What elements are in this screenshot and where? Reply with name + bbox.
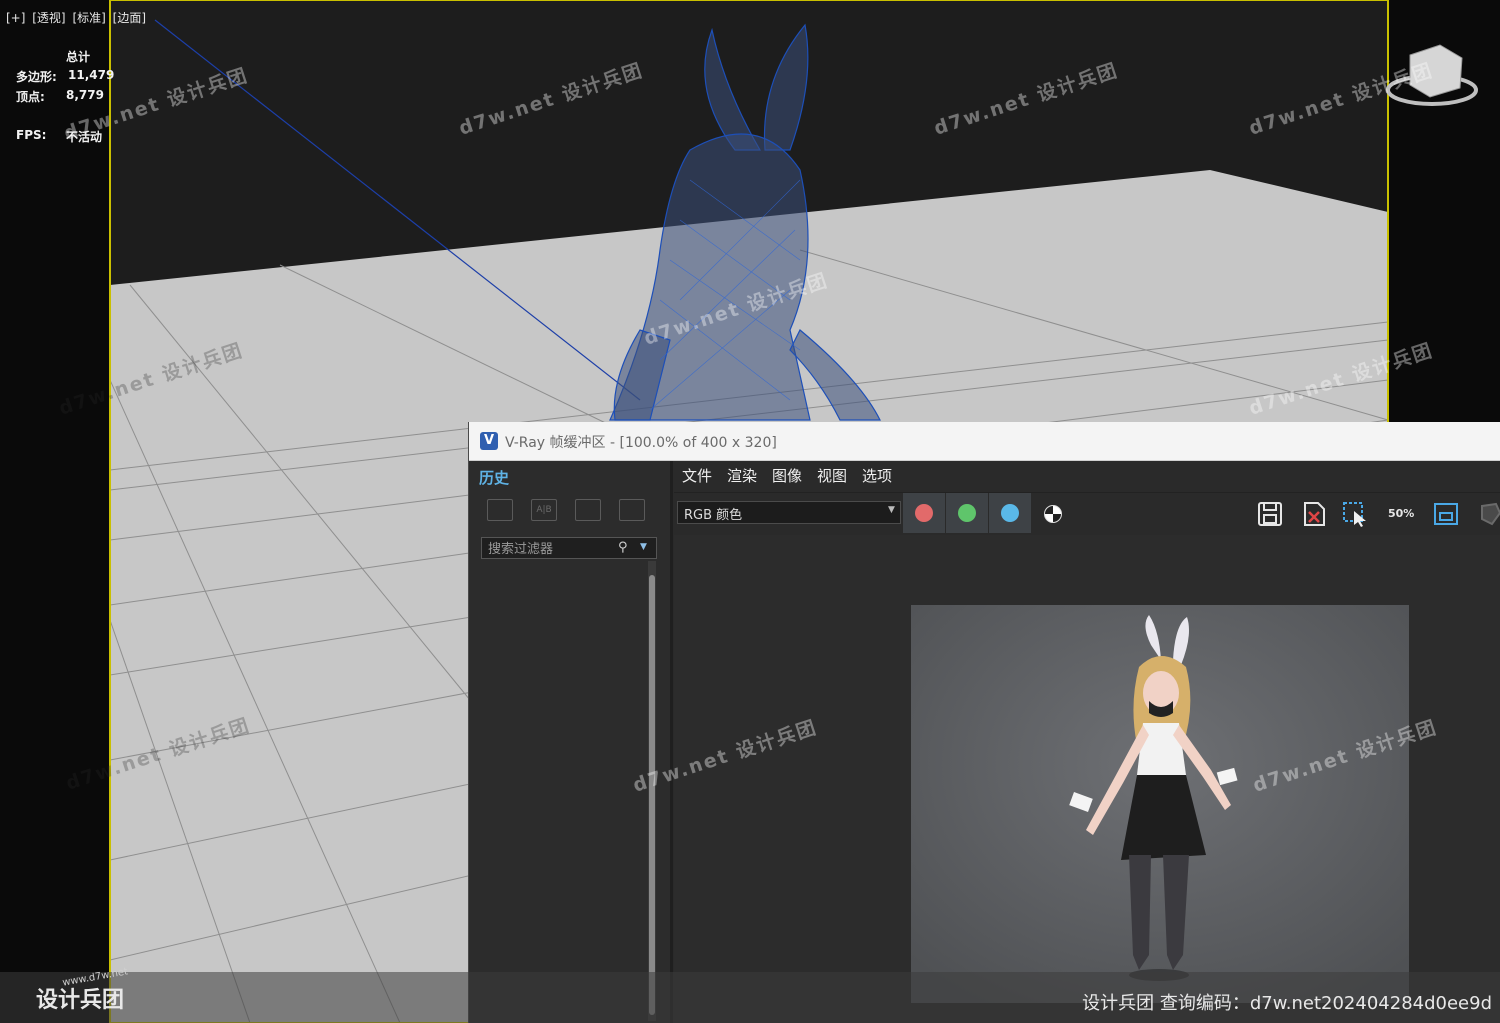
history-search-input[interactable]: [486, 539, 616, 559]
history-panel: 历史 A|B ⚲ ▼: [469, 461, 673, 1023]
history-scrollbar[interactable]: [648, 561, 656, 1021]
zoom-level-label: 50%: [1388, 507, 1415, 520]
save-image-icon[interactable]: [1256, 501, 1284, 527]
lens-effects-icon[interactable]: [1476, 501, 1500, 527]
clear-image-icon[interactable]: [1300, 501, 1328, 527]
menu-image[interactable]: 图像: [772, 465, 802, 486]
channel-select-value: RGB 颜色: [684, 508, 743, 523]
blue-channel-button[interactable]: [989, 493, 1031, 533]
frame-icon[interactable]: [1432, 501, 1460, 527]
menu-options[interactable]: 选项: [862, 465, 892, 486]
vray-titlebar[interactable]: V V-Ray 帧缓冲区 - [100.0% of 400 x 320]: [469, 422, 1500, 461]
tab-history[interactable]: 历史: [479, 467, 509, 488]
alpha-channel-icon[interactable]: [1044, 505, 1062, 523]
ab-compare-icon[interactable]: A|B: [531, 499, 557, 521]
red-channel-button[interactable]: [903, 493, 945, 533]
viewport-display-menu[interactable]: [边面]: [113, 11, 146, 25]
viewcube-icon: [1386, 44, 1478, 106]
rendered-image: [911, 605, 1409, 1003]
scrollbar-thumb[interactable]: [649, 575, 655, 1015]
chevron-down-icon[interactable]: ▼: [640, 542, 647, 552]
save-to-history-icon[interactable]: [487, 499, 513, 521]
viewport-label-menu[interactable]: [+] [透视] [标准] [边面]: [6, 9, 149, 26]
polys-label: 多边形:: [16, 70, 57, 84]
viewport-view-menu[interactable]: [透视]: [32, 11, 65, 25]
chevron-down-icon: ▼: [888, 505, 895, 515]
zoom-level-button[interactable]: 50%: [1388, 501, 1416, 527]
channel-select[interactable]: RGB 颜色 ▼: [677, 501, 901, 524]
watermark-footer-bar: 设计兵团 查询编码：d7w.net202404284d0ee9d: [0, 972, 1500, 1023]
polys-value: 11,479: [68, 68, 115, 82]
load-history-icon[interactable]: [575, 499, 601, 521]
viewport-plus-menu[interactable]: [+]: [6, 11, 25, 25]
verts-value: 8,779: [66, 88, 104, 102]
history-search-box[interactable]: ⚲ ▼: [481, 537, 657, 559]
site-logo: 设计兵团: [36, 988, 125, 1013]
remove-history-icon[interactable]: [619, 499, 645, 521]
menu-render[interactable]: 渲染: [727, 465, 757, 486]
query-code-text: 设计兵团 查询编码：d7w.net202404284d0ee9d: [1082, 993, 1492, 1014]
vray-window-title: V-Ray 帧缓冲区 - [100.0% of 400 x 320]: [505, 435, 777, 451]
fps-label: FPS:: [16, 128, 47, 142]
red-dot-icon: [915, 504, 933, 522]
verts-label: 顶点:: [16, 90, 45, 104]
viewport-shading-menu[interactable]: [标准]: [72, 11, 105, 25]
menu-file[interactable]: 文件: [682, 465, 712, 486]
vray-logo-icon: V: [480, 432, 498, 450]
blue-dot-icon: [1001, 504, 1019, 522]
region-render-icon[interactable]: [1342, 501, 1370, 527]
search-icon[interactable]: ⚲: [618, 540, 628, 555]
stats-header: 总计: [66, 50, 91, 64]
fps-value: 不活动: [66, 130, 103, 144]
vray-frame-buffer-window[interactable]: V V-Ray 帧缓冲区 - [100.0% of 400 x 320] 历史 …: [468, 422, 1500, 1023]
render-display-area[interactable]: [674, 535, 1500, 1023]
green-dot-icon: [958, 504, 976, 522]
vray-menubar: 文件 渲染 图像 视图 选项: [674, 461, 1500, 491]
green-channel-button[interactable]: [946, 493, 988, 533]
menu-view[interactable]: 视图: [817, 465, 847, 486]
vray-toolbar: RGB 颜色 ▼ 50%: [674, 492, 1500, 535]
